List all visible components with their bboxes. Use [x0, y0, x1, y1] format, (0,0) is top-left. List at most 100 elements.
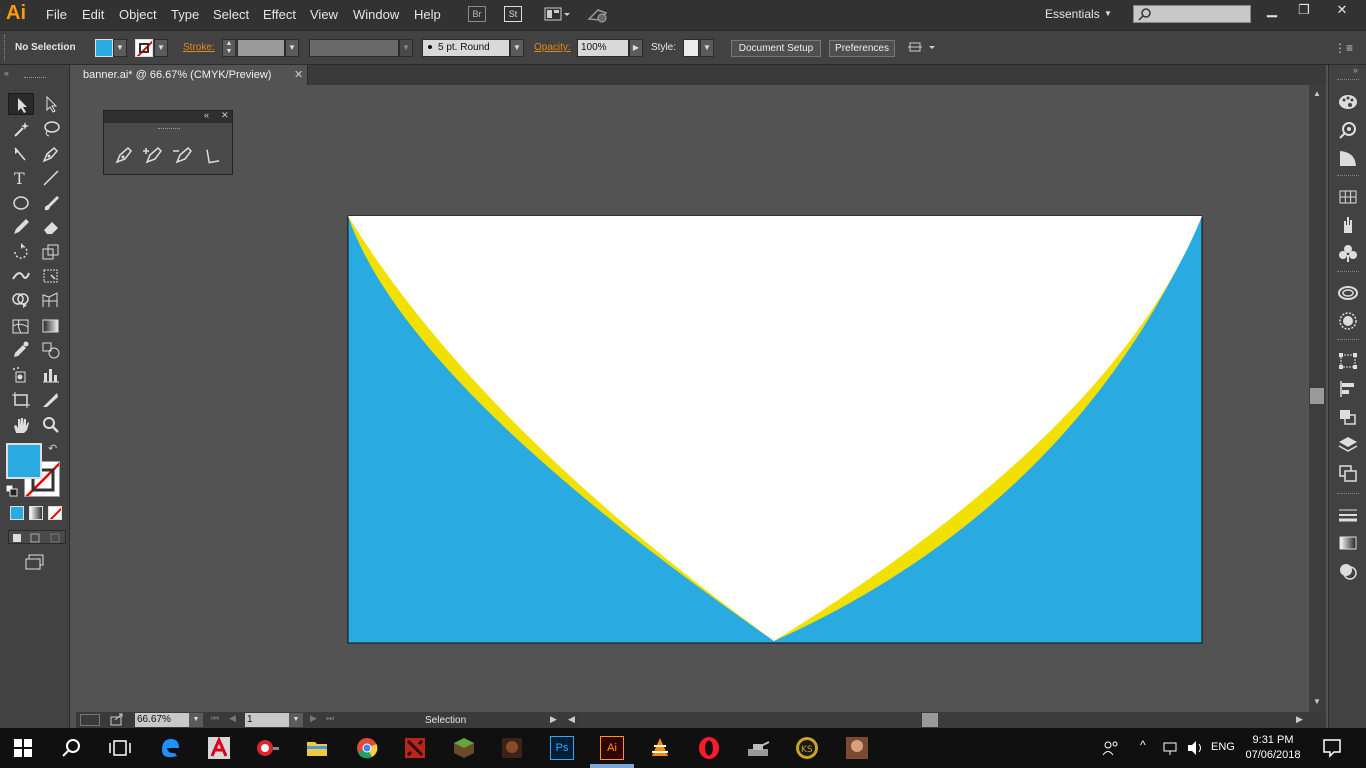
draw-modes[interactable] — [8, 530, 66, 544]
task-view-icon[interactable] — [108, 736, 132, 760]
notifications-icon[interactable] — [1322, 738, 1342, 758]
anchor-point-tool-icon[interactable] — [202, 145, 224, 165]
gpu-preview-icon[interactable] — [80, 714, 100, 726]
menu-file[interactable]: File — [46, 7, 67, 22]
media-player-icon[interactable]: KS — [795, 736, 819, 760]
creative-cloud-libraries-icon[interactable] — [1337, 283, 1359, 303]
opacity-input[interactable]: 100% — [577, 39, 629, 57]
graphic-style-swatch[interactable] — [683, 39, 699, 57]
gradient-panel-icon[interactable] — [1337, 148, 1359, 168]
last-artboard-button[interactable]: ⏭ — [326, 713, 334, 724]
direct-selection-tool-icon[interactable] — [38, 93, 64, 115]
menu-select[interactable]: Select — [213, 7, 249, 22]
magic-wand-tool-icon[interactable] — [8, 118, 34, 140]
game-character-icon[interactable] — [500, 736, 524, 760]
minimize-button[interactable]: ▁ — [1256, 2, 1288, 18]
swatches-panel-icon[interactable] — [1337, 187, 1359, 207]
menu-type[interactable]: Type — [171, 7, 199, 22]
chevron-down-icon[interactable]: ▼ — [1104, 9, 1112, 18]
next-artboard-button[interactable]: ▶ — [310, 713, 317, 724]
menu-view[interactable]: View — [310, 7, 338, 22]
collapse-toolbar-icon[interactable]: « — [4, 68, 9, 78]
artboard-number-input[interactable]: 1 — [245, 713, 289, 727]
menu-help[interactable]: Help — [414, 7, 441, 22]
minecraft-icon[interactable] — [452, 736, 476, 760]
none-mode-icon[interactable] — [48, 506, 62, 520]
brush-definition[interactable]: 5 pt. Round — [422, 39, 510, 57]
stroke-weight-input[interactable] — [237, 39, 285, 57]
close-icon[interactable]: ✕ — [221, 110, 229, 121]
people-icon[interactable] — [1102, 740, 1120, 756]
perspective-grid-tool-icon[interactable] — [38, 289, 64, 311]
gradient-tool-icon[interactable] — [38, 315, 64, 337]
screen-mode-icon[interactable] — [24, 553, 46, 571]
blend-tool-icon[interactable] — [38, 339, 64, 361]
horizontal-scrollbar[interactable] — [580, 713, 1300, 727]
panel-menu-icon[interactable]: ⋮≡ — [1334, 41, 1353, 55]
gradient-swatch-icon[interactable] — [1337, 533, 1359, 553]
media-app-icon[interactable] — [255, 736, 279, 760]
game-portrait-icon[interactable] — [845, 736, 869, 760]
type-tool-icon[interactable]: T — [8, 167, 34, 189]
stroke-weight-stepper[interactable]: ▲ ▼ — [222, 39, 236, 57]
eyedropper-tool-icon[interactable] — [8, 339, 34, 361]
edge-browser-icon[interactable] — [158, 736, 182, 760]
file-explorer-icon[interactable] — [305, 736, 329, 760]
stroke-dropdown[interactable]: ▼ — [154, 39, 168, 57]
artboard-tool-icon[interactable] — [8, 389, 34, 411]
arrange-icon[interactable] — [907, 40, 937, 56]
color-panel-icon[interactable] — [1337, 92, 1359, 112]
control-bar-grip[interactable] — [4, 35, 8, 61]
add-anchor-point-icon[interactable] — [142, 145, 164, 165]
status-menu-icon[interactable]: ▶ — [550, 714, 557, 725]
previous-artboard-button[interactable]: ◀ — [229, 713, 236, 724]
fill-color-box[interactable] — [6, 443, 42, 479]
vertical-scrollbar[interactable]: ▲ ▼ — [1309, 85, 1326, 712]
appearance-panel-icon[interactable] — [1337, 311, 1359, 331]
network-icon[interactable] — [1162, 740, 1180, 756]
horizontal-scroll-thumb[interactable] — [922, 713, 938, 727]
stroke-label[interactable]: Stroke: — [183, 42, 215, 53]
align-panel-icon[interactable] — [1337, 379, 1359, 399]
vlc-icon[interactable] — [648, 736, 672, 760]
fill-swatch[interactable] — [95, 39, 113, 57]
flyout-grip[interactable] — [158, 128, 180, 129]
lasso-tool-icon[interactable] — [38, 118, 64, 140]
artboard-dropdown[interactable]: ▼ — [289, 713, 303, 727]
brushes-panel-icon[interactable] — [1337, 215, 1359, 235]
transparency-panel-icon[interactable] — [1337, 561, 1359, 581]
eraser-tool-icon[interactable] — [38, 216, 64, 238]
zoom-input[interactable]: 66.67% — [135, 713, 189, 727]
show-hidden-icons-icon[interactable]: ^ — [1140, 738, 1146, 752]
free-transform-tool-icon[interactable] — [38, 265, 64, 287]
symbols-panel-icon[interactable] — [1337, 243, 1359, 263]
transform-panel-icon[interactable] — [1337, 351, 1359, 371]
curvature-tool-icon[interactable] — [8, 143, 34, 165]
selection-tool-icon[interactable] — [8, 93, 34, 115]
canvas-area[interactable] — [76, 85, 1309, 712]
pen-tool-icon[interactable] — [38, 143, 64, 165]
scale-tool-icon[interactable] — [38, 241, 64, 263]
color-mode-icon[interactable] — [10, 506, 24, 520]
scroll-up-icon[interactable]: ▲ — [1313, 89, 1321, 98]
chrome-icon[interactable] — [355, 736, 379, 760]
artboard[interactable] — [76, 85, 1309, 712]
ellipse-tool-icon[interactable] — [8, 192, 34, 214]
variable-width-profile[interactable] — [309, 39, 399, 57]
layers-panel-icon[interactable] — [1337, 435, 1359, 455]
symbol-sprayer-tool-icon[interactable] — [8, 364, 34, 386]
brush-dropdown[interactable]: ▼ — [510, 39, 524, 57]
close-icon[interactable]: ✕ — [294, 68, 303, 81]
paintbrush-tool-icon[interactable] — [38, 192, 64, 214]
arrange-documents-icon[interactable] — [544, 6, 572, 22]
variable-width-dropdown[interactable]: ▼ — [399, 39, 413, 57]
acrobat-icon[interactable] — [207, 736, 231, 760]
stroke-swatch[interactable] — [135, 39, 153, 57]
opacity-dropdown[interactable]: ▶ — [629, 39, 643, 57]
fill-dropdown[interactable]: ▼ — [113, 39, 127, 57]
first-artboard-button[interactable]: ⏮ — [211, 713, 219, 724]
stroke-panel-icon[interactable] — [1337, 505, 1359, 525]
graphic-style-dropdown[interactable]: ▼ — [700, 39, 714, 57]
search-input[interactable] — [1133, 5, 1251, 23]
stock-icon[interactable]: St — [504, 6, 522, 22]
